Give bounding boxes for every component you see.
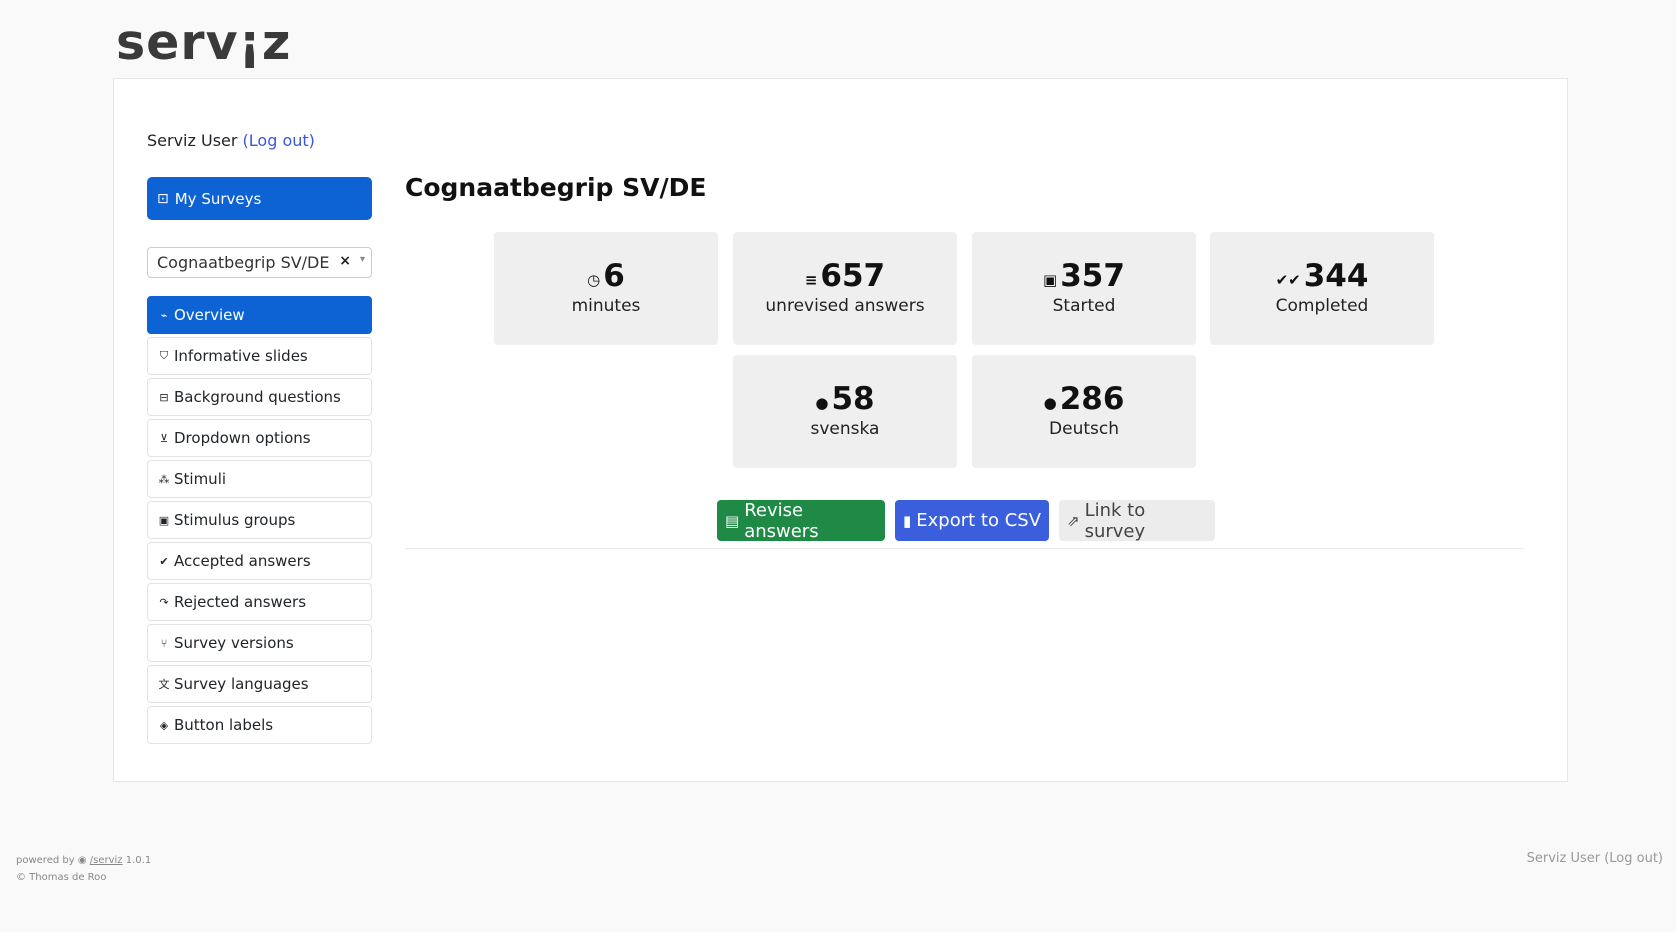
page-title: Cognaatbegrip SV/DE	[405, 173, 707, 202]
sidebar-item-stimuli[interactable]: ⁂ Stimuli	[147, 460, 372, 498]
stat-card-completed: ✔✔ 344 Completed	[1210, 232, 1434, 345]
sidebar-item-survey-languages[interactable]: 文 Survey languages	[147, 665, 372, 703]
version-text: 1.0.1	[125, 855, 152, 866]
sidebar-item-dropdown-options[interactable]: ⊻ Dropdown options	[147, 419, 372, 457]
sidebar-item-accepted-answers[interactable]: ✔ Accepted answers	[147, 542, 372, 580]
stat-label: minutes	[571, 296, 641, 316]
chevron-down-icon[interactable]: ▾	[360, 254, 365, 265]
stat-value: 58	[831, 381, 875, 417]
logout-link[interactable]: (Log out)	[243, 131, 315, 150]
sidebar-nav: ⌁ Overview ⛉ Informative slides ⊟ Backgr…	[147, 296, 372, 747]
stimuli-icon: ⁂	[158, 472, 170, 486]
export-csv-label: Export to CSV	[916, 510, 1042, 531]
stat-card-minutes: ◷ 6 minutes	[494, 232, 718, 345]
calendar-check-icon: ▤	[725, 511, 740, 530]
user-name: Serviz User	[147, 131, 238, 150]
link-to-survey-button[interactable]: ⇗ Link to survey	[1059, 499, 1215, 542]
sidebar-item-label: Overview	[174, 306, 245, 324]
footer-left: powered by ◉ /serviz 1.0.1 © Thomas de R…	[16, 852, 151, 886]
surveys-icon: ⊡	[157, 190, 169, 207]
my-surveys-label: My Surveys	[174, 189, 262, 208]
footer-user[interactable]: Serviz User (Log out)	[1527, 851, 1663, 866]
sidebar-item-informative-slides[interactable]: ⛉ Informative slides	[147, 337, 372, 375]
copyright-text: © Thomas de Roo	[16, 872, 107, 883]
person-icon: ●	[815, 394, 829, 412]
groups-icon: ▣	[158, 513, 170, 527]
check-badge-icon: ✔	[159, 554, 169, 568]
revise-answers-label: Revise answers	[744, 499, 819, 542]
export-csv-button[interactable]: ▮ Export to CSV	[895, 500, 1049, 541]
serviz-logo[interactable]: serv¡z	[116, 14, 291, 71]
sidebar-item-stimulus-groups[interactable]: ▣ Stimulus groups	[147, 501, 372, 539]
sidebar-item-label: Button labels	[174, 716, 274, 734]
sidebar-item-survey-versions[interactable]: ⑂ Survey versions	[147, 624, 372, 662]
sidebar-item-label: Survey languages	[174, 675, 309, 693]
stat-label: svenska	[810, 419, 880, 439]
user-line: Serviz User (Log out)	[147, 131, 315, 150]
revise-answers-button[interactable]: ▤ Revise answers	[717, 499, 885, 542]
question-icon: ⊟	[159, 390, 169, 404]
person-icon: ●	[1043, 394, 1057, 412]
external-link-icon: ⇗	[1067, 511, 1080, 530]
stat-label: Started	[1052, 296, 1116, 316]
stat-label: Completed	[1275, 296, 1369, 316]
stat-label: Deutsch	[1049, 419, 1119, 439]
sidebar-item-overview[interactable]: ⌁ Overview	[147, 296, 372, 334]
double-check-icon: ✔✔	[1275, 271, 1301, 289]
survey-select[interactable]: Cognaatbegrip SV/DE × ▾	[147, 247, 372, 278]
lines-icon: ≡	[804, 271, 818, 289]
clear-icon[interactable]: ×	[339, 253, 351, 269]
sidebar-item-background-questions[interactable]: ⊟ Background questions	[147, 378, 372, 416]
sidebar-item-label: Stimuli	[174, 470, 227, 488]
dropdown-icon: ⊻	[159, 431, 169, 445]
translate-icon: 文	[158, 678, 170, 691]
stat-card-unrevised: ≡ 657 unrevised answers	[733, 232, 957, 345]
sidebar-item-rejected-answers[interactable]: ↷ Rejected answers	[147, 583, 372, 621]
sidebar-item-button-labels[interactable]: ◈ Button labels	[147, 706, 372, 744]
stat-value: 344	[1303, 258, 1369, 294]
stat-value: 357	[1060, 258, 1125, 294]
sidebar-item-label: Dropdown options	[174, 429, 311, 447]
stat-card-svenska: ● 58 svenska	[733, 355, 957, 468]
slides-icon: ⛉	[159, 349, 169, 362]
stat-value: 657	[820, 258, 886, 294]
survey-select-value: Cognaatbegrip SV/DE	[157, 253, 330, 272]
stat-card-deutsch: ● 286 Deutsch	[972, 355, 1196, 468]
sidebar-item-label: Rejected answers	[174, 593, 307, 611]
divider	[405, 548, 1524, 549]
sidebar-item-label: Accepted answers	[174, 552, 311, 570]
stat-card-started: ▣ 357 Started	[972, 232, 1196, 345]
git-branch-icon: ⑂	[160, 636, 168, 650]
overview-icon: ⌁	[160, 308, 168, 322]
sidebar-item-label: Survey versions	[174, 634, 294, 652]
file-icon: ▮	[903, 511, 912, 530]
link-to-survey-label: Link to survey	[1084, 499, 1146, 542]
github-icon: ◉	[77, 855, 87, 866]
stat-value: 286	[1059, 381, 1125, 417]
stat-label: unrevised answers	[765, 296, 925, 316]
tag-icon: ◈	[159, 718, 169, 732]
sidebar-item-label: Informative slides	[174, 347, 308, 365]
main-card: Serviz User (Log out) ⊡ My Surveys Cogna…	[113, 78, 1568, 782]
stat-value: 6	[603, 258, 625, 294]
ticket-icon: ▣	[1043, 271, 1058, 289]
repo-link[interactable]: /serviz	[90, 855, 123, 866]
sidebar-item-label: Background questions	[174, 388, 341, 406]
powered-by-text: powered by	[16, 855, 75, 866]
my-surveys-button[interactable]: ⊡ My Surveys	[147, 177, 372, 220]
sidebar-item-label: Stimulus groups	[174, 511, 296, 529]
clock-icon: ◷	[587, 271, 601, 289]
reject-icon: ↷	[159, 595, 169, 609]
